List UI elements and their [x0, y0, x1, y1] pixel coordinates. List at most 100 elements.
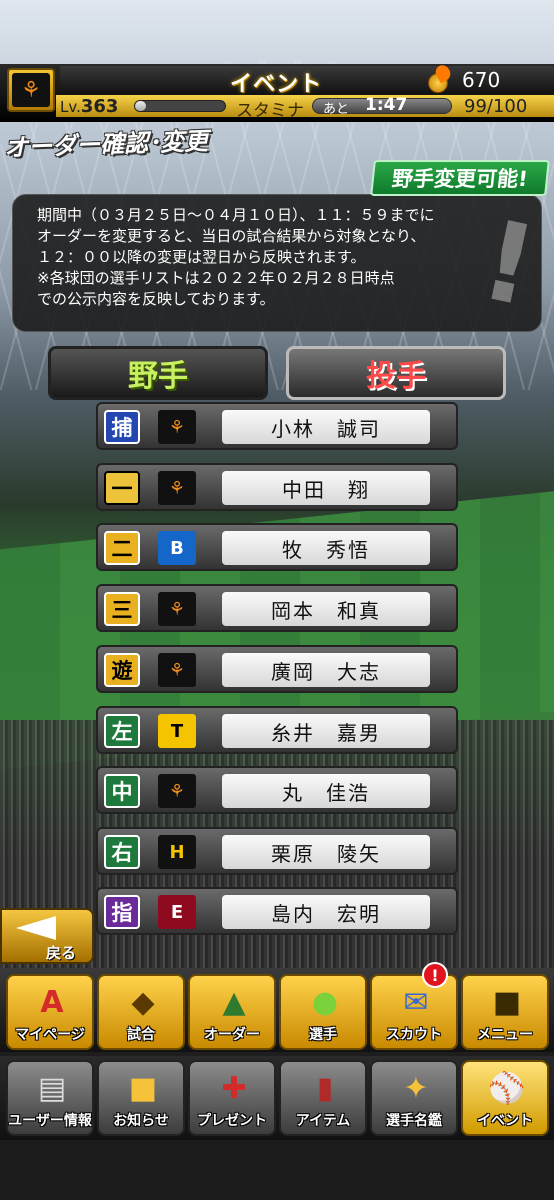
item-book-icon: ▮ [316, 1070, 334, 1106]
nav-label: お知らせ [113, 1113, 169, 1129]
team-icon-button[interactable]: ⚘ [7, 68, 55, 112]
position-badge: 右 [104, 835, 140, 869]
page-header-title: イベント [230, 72, 323, 97]
back-button[interactable]: 戻る [0, 908, 94, 964]
nav-label: スカウト [386, 1027, 442, 1043]
stamina-ato-label: あと [323, 102, 350, 117]
coin-icon [422, 62, 454, 95]
tigers-team-icon: T [158, 714, 196, 748]
nav-players-button[interactable]: ● 選手 [279, 974, 367, 1050]
nav-label: マイページ [15, 1027, 85, 1043]
back-label: 戻る [46, 944, 77, 962]
player-name: 糸井 嘉男 [222, 714, 430, 748]
info-line: ※各球団の選手リストは２０２２年０２月２８日時点 [37, 269, 395, 287]
player-name: 小林 誠司 [222, 410, 430, 444]
info-line: １２：００以降の変更は翌日から反映されます。 [37, 248, 366, 266]
nav-news-button[interactable]: ■ お知らせ [97, 1060, 185, 1136]
nav-user-info-button[interactable]: ▤ ユーザー情報 [6, 1060, 94, 1136]
lineup-row-shortstop[interactable]: 遊 ⚘ 廣岡 大志 [96, 645, 458, 693]
order-page-title: オーダー確認･変更 [3, 127, 209, 163]
nav-item-button[interactable]: ▮ アイテム [279, 1060, 367, 1136]
nav-scout-button[interactable]: ✉ スカウト [370, 974, 458, 1050]
nav-label: ユーザー情報 [8, 1113, 92, 1129]
nav-label: オーダー [204, 1027, 260, 1043]
player-name: 廣岡 大志 [222, 653, 430, 687]
lineup-row-first-base[interactable]: 一 ⚘ 中田 翔 [96, 463, 458, 511]
level-label: Lv. [60, 98, 81, 116]
hawks-team-icon: H [158, 835, 196, 869]
baseball-icon: ⚾ [488, 1070, 526, 1106]
stadium-icon: ◆ [131, 984, 155, 1020]
baystars-team-icon: B [158, 531, 196, 565]
position-badge: 中 [104, 774, 140, 808]
player-name: 栗原 陵矢 [222, 835, 430, 869]
nav-label: イベント [477, 1113, 533, 1129]
level-value: 363 [80, 96, 119, 117]
lineup-row-designated-hitter[interactable]: 指 E 島内 宏明 [96, 887, 458, 935]
lineup-row-right-field[interactable]: 右 H 栗原 陵矢 [96, 827, 458, 875]
nav-menu-button[interactable]: ■ メニュー [461, 974, 549, 1050]
giants-team-icon: ⚘ [158, 410, 196, 444]
sub-nav: ▤ ユーザー情報 ■ お知らせ ✚ プレゼント ▮ アイテム ✦ 選手名鑑 ⚾ イベント [0, 1056, 554, 1140]
coin-count: 670 [462, 68, 501, 92]
giants-logo-icon: ⚘ [12, 73, 50, 107]
position-badge: 捕 [104, 410, 140, 444]
lineup-row-third-base[interactable]: 三 ⚘ 岡本 和真 [96, 584, 458, 632]
player-name: 島内 宏明 [222, 895, 430, 929]
nav-label: 選手名鑑 [386, 1113, 442, 1129]
stamina-timer: 1:47 [365, 95, 408, 115]
player-name: 牧 秀悟 [222, 531, 430, 565]
stamina-label: スタミナ [236, 101, 304, 121]
nav-event-button[interactable]: ⚾ イベント [461, 1060, 549, 1136]
position-badge: 左 [104, 714, 140, 748]
experience-bar [134, 100, 226, 112]
nav-game-button[interactable]: ◆ 試合 [97, 974, 185, 1050]
giants-team-icon: ⚘ [158, 471, 196, 505]
mypage-icon: A [40, 984, 64, 1020]
player-name: 中田 翔 [222, 471, 430, 505]
footer-area [0, 1142, 554, 1200]
gift-icon: ✚ [221, 1070, 247, 1106]
scout-icon: ✉ [403, 984, 429, 1020]
news-icon: ■ [128, 1070, 158, 1106]
tab-pitchers[interactable]: 投手 [286, 346, 506, 400]
lineup-row-catcher[interactable]: 捕 ⚘ 小林 誠司 [96, 402, 458, 450]
position-badge: 遊 [104, 653, 140, 687]
tab-fielders[interactable]: 野手 [48, 346, 268, 400]
back-arrow-icon [16, 916, 56, 940]
eagles-team-icon: E [158, 895, 196, 929]
nav-label: 試合 [127, 1027, 155, 1043]
user-card-icon: ▤ [37, 1070, 67, 1106]
giants-team-icon: ⚘ [158, 774, 196, 808]
field-icon: ▲ [222, 984, 246, 1020]
nav-order-button[interactable]: ▲ オーダー [188, 974, 276, 1050]
nav-label: アイテム [295, 1113, 351, 1129]
player-name: 丸 佳浩 [222, 774, 430, 808]
nav-present-button[interactable]: ✚ プレゼント [188, 1060, 276, 1136]
info-text: 期間中（０３月２５日〜０４月１０日）、１１：５９までに オーダーを変更すると、当… [37, 205, 487, 310]
position-badge: 三 [104, 592, 140, 626]
giants-team-icon: ⚘ [158, 592, 196, 626]
stamina-value: 99/100 [464, 96, 528, 117]
position-badge: 指 [104, 895, 140, 929]
main-nav: A マイページ ◆ 試合 ▲ オーダー ● 選手 ✉ スカウト ■ メニュー [0, 968, 554, 1052]
position-badge: 二 [104, 531, 140, 565]
lineup-row-second-base[interactable]: 二 B 牧 秀悟 [96, 523, 458, 571]
position-badge: 一 [104, 471, 140, 505]
lineup-row-left-field[interactable]: 左 T 糸井 嘉男 [96, 706, 458, 754]
nav-label: 選手 [309, 1027, 337, 1043]
giants-team-icon: ⚘ [158, 653, 196, 687]
info-line: 期間中（０３月２５日〜０４月１０日）、１１：５９までに [37, 206, 435, 224]
fielder-change-badge: 野手変更可能! [370, 160, 550, 196]
menu-icon: ■ [492, 984, 522, 1020]
level-display: Lv.363 [60, 96, 118, 117]
info-line: での公示内容を反映しております。 [37, 290, 275, 308]
nav-label: プレゼント [197, 1113, 267, 1129]
nav-label: メニュー [477, 1027, 533, 1043]
nav-mypage-button[interactable]: A マイページ [6, 974, 94, 1050]
player-icon: ● [311, 984, 339, 1020]
player-directory-icon: ✦ [403, 1070, 429, 1106]
nav-player-directory-button[interactable]: ✦ 選手名鑑 [370, 1060, 458, 1136]
player-name: 岡本 和真 [222, 592, 430, 626]
lineup-row-center-field[interactable]: 中 ⚘ 丸 佳浩 [96, 766, 458, 814]
